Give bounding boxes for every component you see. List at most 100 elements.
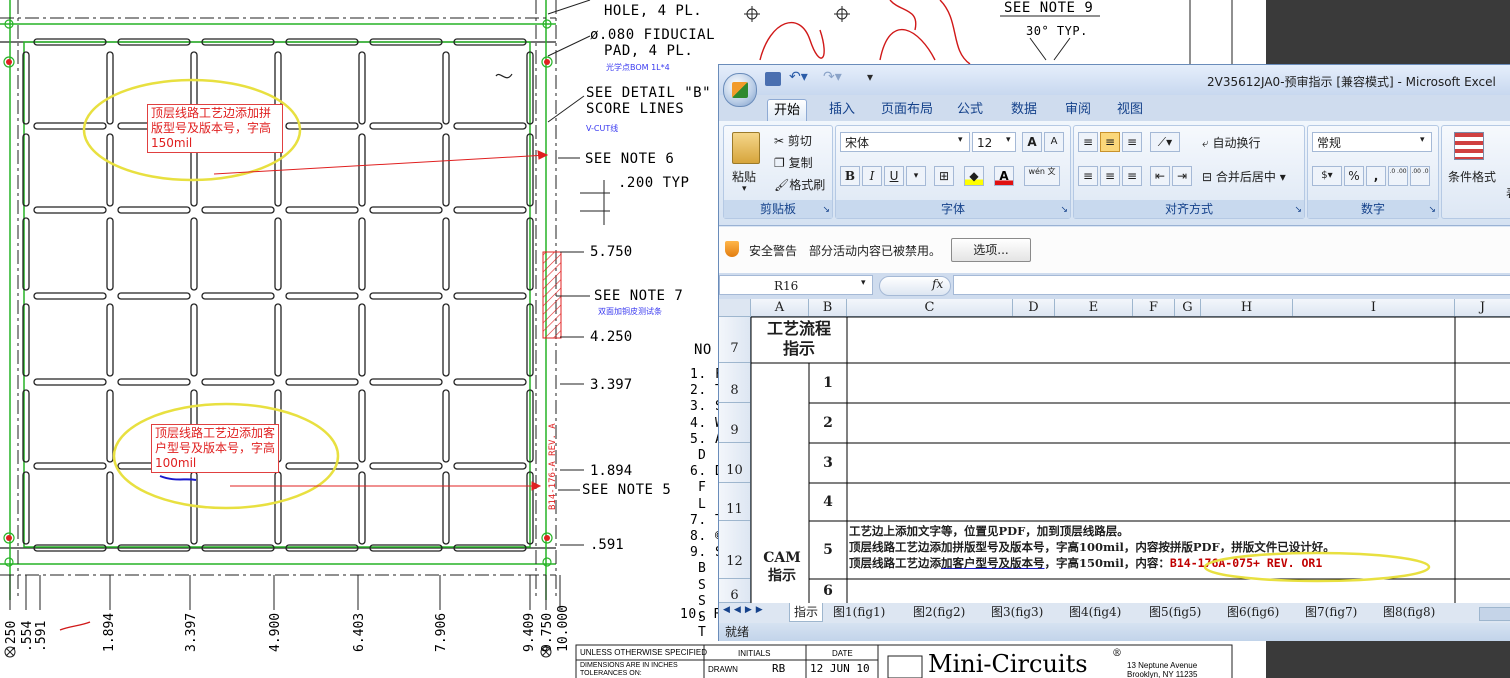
font-size-dropdown-icon[interactable]: ▾ [1006,135,1011,145]
alignment-launcher-icon[interactable]: ↘ [1294,205,1302,215]
paste-dropdown-icon[interactable]: ▾ [742,184,747,194]
step-number: 1 [823,375,833,391]
increase-indent-icon[interactable]: ⇥ [1172,166,1192,186]
number-launcher-icon[interactable]: ↘ [1428,205,1436,215]
currency-icon[interactable]: $▾ [1312,166,1342,186]
align-bottom-icon[interactable]: ≡ [1122,132,1142,152]
note-item: D [698,448,707,463]
note5-label: SEE NOTE 5 [582,482,672,498]
score-slot-horizontal [201,206,275,214]
save-icon[interactable] [765,72,781,86]
clipboard-launcher-icon[interactable]: ↘ [822,205,830,215]
number-group-label: 数字 [1308,200,1438,218]
sheet-tab[interactable]: 图7(fig7) [1305,603,1357,621]
company-address-1: 13 Neptune Avenue [1127,661,1198,670]
decrease-decimal-button[interactable]: .00 .0 [1410,166,1430,186]
name-box[interactable]: R16 [719,275,873,295]
registered-mark: ® [1112,648,1122,659]
merge-label: 合并后居中 [1215,170,1276,184]
sheet-tab[interactable]: 图6(fig6) [1227,603,1279,621]
cut-button[interactable]: ✂ 剪切 [774,132,812,149]
tab-page-layout[interactable]: 页面布局 [875,99,939,121]
shrink-font-button[interactable]: A [1044,132,1064,152]
wrap-text-button[interactable]: ⤶ 自动换行 [1202,134,1261,151]
align-middle-icon[interactable]: ≡ [1100,132,1120,152]
dim-591: .591 [590,537,624,553]
number-format-dropdown-icon[interactable]: ▾ [1420,135,1425,145]
fill-color-icon[interactable]: ◆ [964,166,984,186]
number-format-select[interactable]: 常规 [1312,132,1432,152]
sheet-tab[interactable]: 图3(fig3) [991,603,1043,621]
format-painter-button[interactable]: 🖌格式刷 [774,176,825,193]
borders-icon[interactable]: ⊞ [934,166,954,186]
security-options-button[interactable]: 选项... [951,238,1031,262]
sheet-nav-icons[interactable]: ◀◀▶▶ [723,605,767,615]
font-name-dropdown-icon[interactable]: ▾ [958,135,963,145]
copy-button[interactable]: ❐ 复制 [774,154,813,171]
phonetic-button[interactable]: wén 文 [1024,166,1060,186]
score-slot-vertical [106,389,114,463]
score-slot-vertical [190,217,198,291]
table-format-label[interactable]: 表 [1506,184,1510,201]
align-center-icon[interactable]: ≡ [1100,166,1120,186]
formula-input[interactable] [953,275,1510,295]
font-name-select[interactable]: 宋体 [840,132,970,152]
sheet-tab[interactable]: 指示 [789,603,824,622]
conditional-format-icon[interactable] [1454,132,1484,160]
sheet-tab[interactable]: 图2(fig2) [913,603,965,621]
tab-insert[interactable]: 插入 [823,99,861,121]
notes-heading: NO [694,342,712,358]
underline-dropdown-icon[interactable]: ▾ [906,166,926,186]
paste-button[interactable]: 粘贴 [732,168,756,185]
conditional-format-button[interactable]: 条件格式 [1448,168,1496,185]
bottom-dimension-label: 9.750 [540,612,555,652]
sheet-tab-bar: ◀◀▶▶ 指示 图1(fig1) 图2(fig2) 图3(fig3) 图4(fig4) 图… [719,603,1510,623]
fx-icon[interactable]: fx [932,277,943,291]
comma-button[interactable]: , [1366,166,1386,186]
decrease-indent-icon[interactable]: ⇤ [1150,166,1170,186]
sheet-tab[interactable]: 图8(fig8) [1383,603,1435,621]
screen: HOLE, 4 PL. ø.080 FIDUCIAL PAD, 4 PL. 光学… [0,0,1510,678]
align-top-icon[interactable]: ≡ [1078,132,1098,152]
name-box-dropdown-icon[interactable]: ▾ [861,278,866,288]
percent-button[interactable]: % [1344,166,1364,186]
sheet-tab[interactable]: 图5(fig5) [1149,603,1201,621]
tb-drawn-date: 12 JUN 10 [810,662,870,675]
merge-center-button[interactable]: ⊟ 合并后居中 ▾ [1202,168,1286,185]
align-right-icon[interactable]: ≡ [1122,166,1142,186]
ribbon-tabs: 开始 插入 页面布局 公式 数据 审阅 视图 [719,95,1510,122]
number-group: 常规 ▾ $▾ % , .0 .00 .00 .0 数字 ↘ [1307,125,1439,219]
tab-formulas[interactable]: 公式 [951,99,989,121]
redo-icon[interactable]: ↷▾ [823,69,842,85]
score-slot-horizontal [369,122,443,130]
horizontal-scrollbar[interactable] [1479,607,1510,621]
orientation-icon[interactable]: ⟋▾ [1150,132,1180,152]
font-color-button[interactable]: A [994,166,1014,186]
tab-review[interactable]: 审阅 [1059,99,1097,121]
step-number: 2 [823,415,833,431]
qat-customize-icon[interactable]: ▾ [867,70,873,84]
score-slot-vertical [442,389,450,463]
shield-icon [725,241,739,257]
tab-data[interactable]: 数据 [1005,99,1043,121]
align-left-icon[interactable]: ≡ [1078,166,1098,186]
increase-decimal-button[interactable]: .0 .00 [1388,166,1408,186]
office-button[interactable] [723,73,757,107]
font-launcher-icon[interactable]: ↘ [1060,205,1068,215]
paste-icon[interactable] [732,132,760,164]
step-number: 6 [823,583,833,599]
undo-icon[interactable]: ↶▾ [789,69,808,85]
underline-button[interactable]: U [884,166,904,186]
sheet-tab[interactable]: 图1(fig1) [833,603,885,621]
tab-view[interactable]: 视图 [1111,99,1149,121]
grow-font-button[interactable]: A [1022,132,1042,152]
note-item: S [698,577,707,593]
score-slot-vertical [358,471,366,545]
tab-home[interactable]: 开始 [767,99,808,122]
merge-dropdown-icon[interactable]: ▾ [1276,170,1286,184]
merge-icon: ⊟ [1202,170,1216,184]
fiducial-label: ø.080 FIDUCIAL [590,27,716,43]
sheet-tab[interactable]: 图4(fig4) [1069,603,1121,621]
bold-button[interactable]: B [840,166,860,186]
italic-button[interactable]: I [862,166,882,186]
